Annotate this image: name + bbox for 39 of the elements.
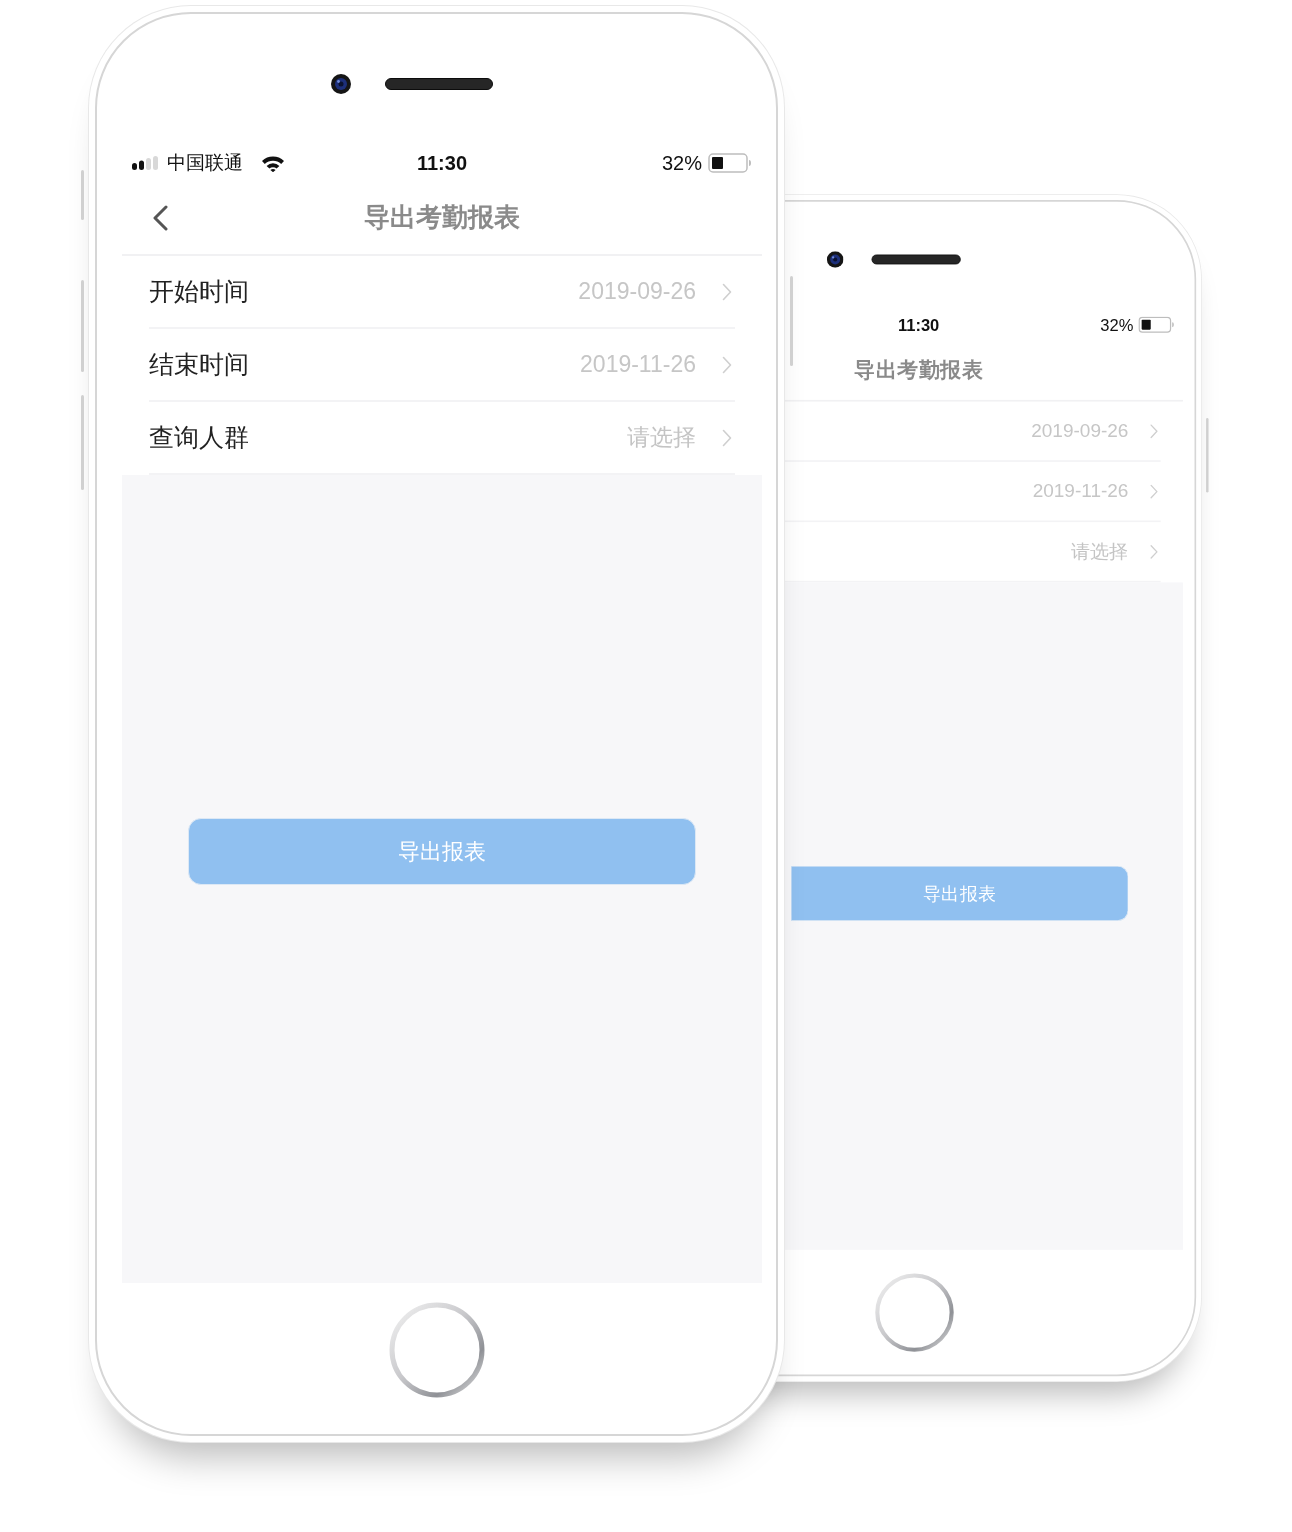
camera-icon — [826, 251, 844, 268]
chevron-right-icon — [722, 355, 732, 374]
back-button[interactable] — [152, 204, 168, 231]
side-button[interactable] — [81, 280, 84, 372]
home-button[interactable] — [388, 1301, 485, 1398]
date-value[interactable]: 2019-09-26 — [1031, 419, 1129, 442]
battery-icon — [1138, 316, 1175, 333]
date-value[interactable]: 2019-11-26 — [1032, 480, 1129, 503]
row-label: 查询人群 — [149, 422, 249, 454]
chevron-right-icon — [1149, 423, 1159, 439]
date-value[interactable]: 2019-11-26 — [580, 351, 696, 378]
signal-icon — [132, 156, 159, 170]
picker-placeholder[interactable]: 请选择 — [627, 422, 696, 453]
camera-icon — [331, 74, 351, 94]
status-time: 11:30 — [897, 315, 940, 335]
side-button[interactable] — [81, 170, 84, 220]
chevron-right-icon — [1149, 544, 1159, 559]
battery-percent: 32% — [661, 151, 702, 175]
row-label: 结束时间 — [149, 349, 249, 381]
battery-icon — [708, 153, 752, 173]
carrier-name: 中国联通 — [167, 150, 243, 175]
page-title: 导出考勤报表 — [364, 201, 520, 234]
export-button[interactable]: 导出报表 — [791, 865, 1129, 922]
side-button[interactable] — [790, 276, 793, 366]
picker-placeholder[interactable]: 请选择 — [1071, 538, 1129, 565]
row-label: 开始时间 — [149, 276, 249, 308]
side-button[interactable] — [81, 395, 84, 490]
chevron-right-icon — [722, 282, 732, 301]
date-value[interactable]: 2019-09-26 — [578, 278, 696, 305]
page-title: 导出考勤报表 — [854, 355, 984, 384]
chevron-right-icon — [722, 428, 732, 447]
home-button[interactable] — [874, 1272, 954, 1352]
export-button[interactable]: 导出报表 — [188, 818, 696, 885]
battery-percent: 32% — [1100, 315, 1134, 335]
back-icon — [152, 204, 168, 231]
wifi-icon — [261, 154, 285, 172]
side-button[interactable] — [1206, 418, 1209, 493]
status-time: 11:30 — [416, 151, 468, 175]
chevron-right-icon — [1149, 483, 1159, 499]
